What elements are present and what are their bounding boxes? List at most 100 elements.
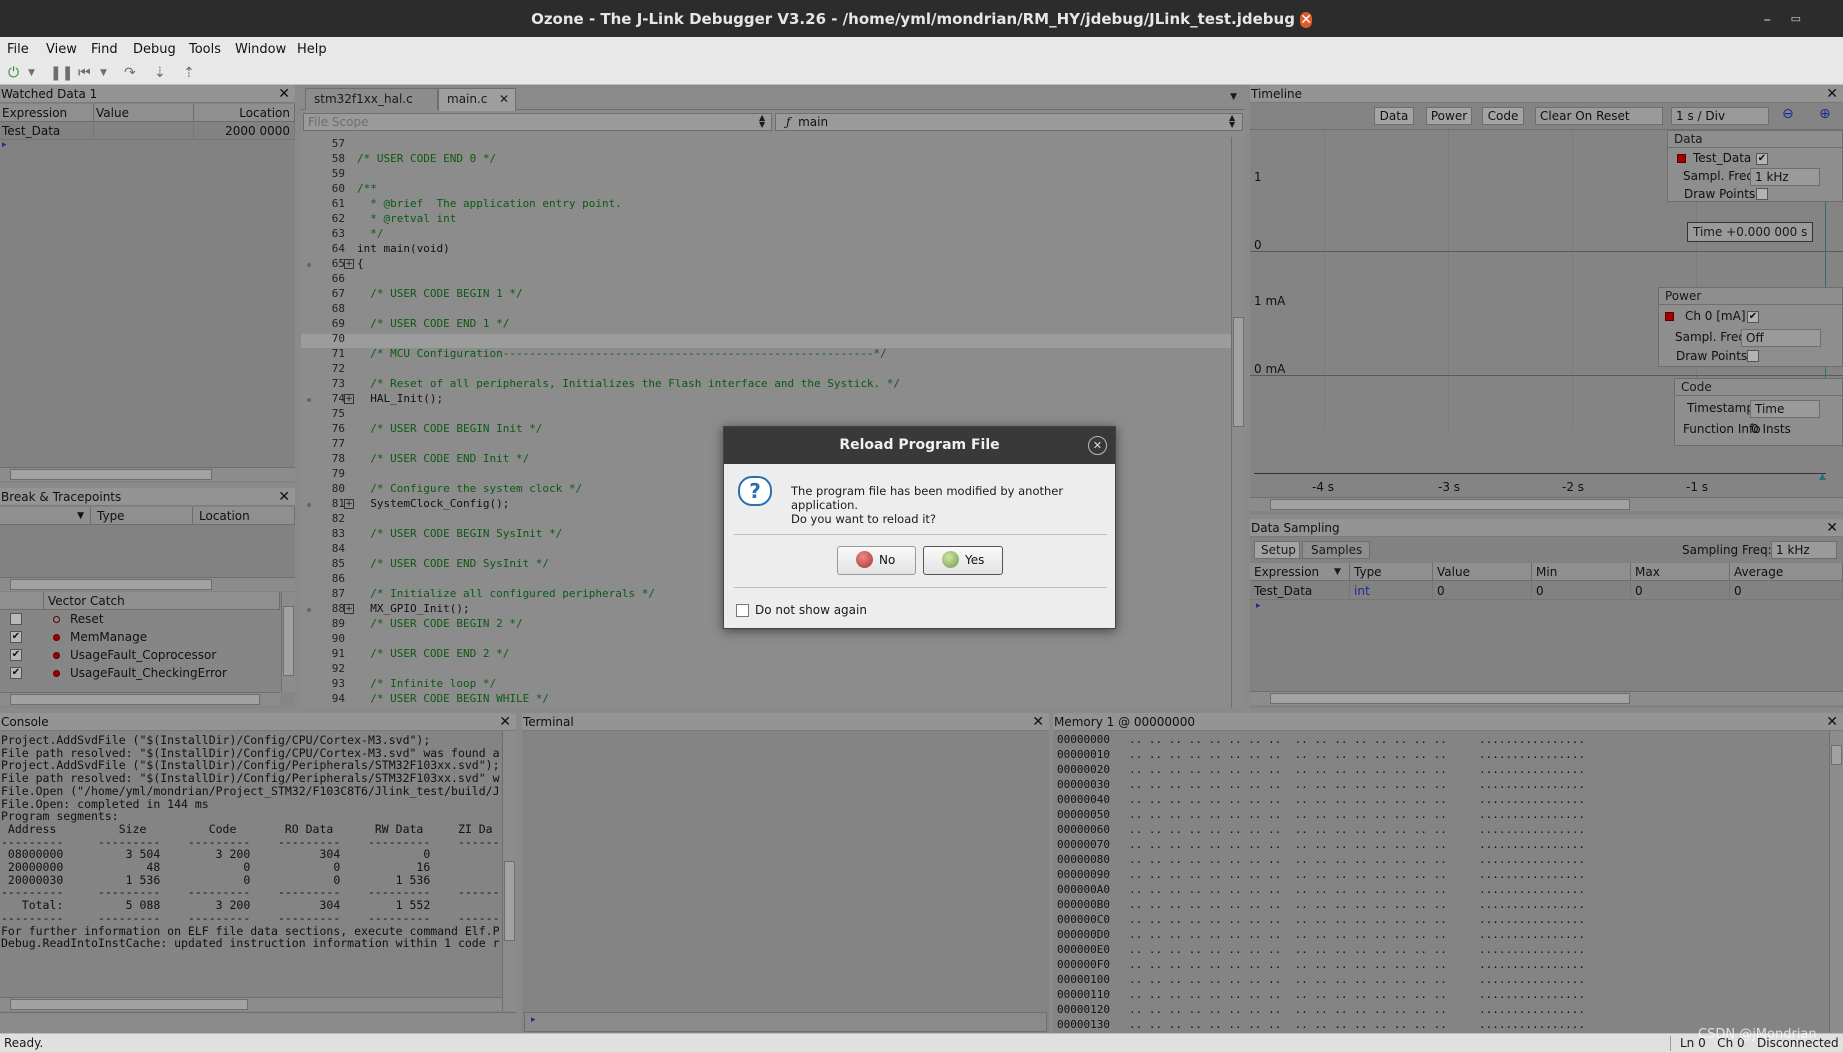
- chevron-down-icon[interactable]: ▼: [1230, 92, 1237, 102]
- memory-row[interactable]: 00000010 .. .. .. .. .. .. .. .. .. .. ..…: [1053, 748, 1829, 763]
- code-line[interactable]: 67 /* USER CODE BEGIN 1 */: [301, 287, 1231, 302]
- reset-icon[interactable]: ⏮: [78, 65, 91, 81]
- vector-catch-item[interactable]: Reset: [0, 610, 280, 628]
- vector-catch-item[interactable]: ✔ UsageFault_CheckingError: [0, 664, 280, 682]
- vertical-scrollbar[interactable]: [502, 731, 516, 1011]
- vector-catch-checkbox[interactable]: [10, 613, 22, 625]
- code-line[interactable]: 69 /* USER CODE END 1 */: [301, 317, 1231, 332]
- step-over-icon[interactable]: ↷: [124, 65, 136, 81]
- timestamps-select[interactable]: Time: [1750, 400, 1820, 418]
- column-header[interactable]: Expression: [0, 104, 94, 122]
- code-line[interactable]: 74 + HAL_Init();: [301, 392, 1231, 407]
- breakpoint-marker-icon[interactable]: [307, 263, 311, 267]
- code-line[interactable]: 63 */: [301, 227, 1231, 242]
- code-line[interactable]: 65 +{: [301, 257, 1231, 272]
- horizontal-scrollbar[interactable]: [0, 577, 295, 591]
- zoom-out-icon[interactable]: ⊖: [1782, 106, 1794, 122]
- chevron-down-icon[interactable]: ▼: [100, 68, 107, 78]
- code-line[interactable]: 91 /* USER CODE END 2 */: [301, 647, 1231, 662]
- column-header[interactable]: ▼: [0, 507, 91, 525]
- breakpoint-marker-icon[interactable]: [307, 503, 311, 507]
- memory-row[interactable]: 000000F0 .. .. .. .. .. .. .. .. .. .. ..…: [1053, 958, 1829, 973]
- close-icon[interactable]: ✕: [499, 92, 509, 106]
- div-select[interactable]: 1 s / Div: [1671, 107, 1769, 125]
- code-line[interactable]: 61 * @brief The application entry point.: [301, 197, 1231, 212]
- code-line[interactable]: 72: [301, 362, 1231, 377]
- fold-toggle-icon[interactable]: +: [344, 259, 354, 269]
- vertical-scrollbar[interactable]: [1829, 731, 1843, 1033]
- timeline-power-button[interactable]: Power: [1426, 107, 1472, 125]
- tab-samples[interactable]: Samples: [1302, 541, 1370, 559]
- memory-row[interactable]: 00000020 .. .. .. .. .. .. .. .. .. .. ..…: [1053, 763, 1829, 778]
- code-line[interactable]: 64 int main(void): [301, 242, 1231, 257]
- cursor-marker-icon[interactable]: ▲: [1819, 472, 1826, 482]
- memory-row[interactable]: 00000110 .. .. .. .. .. .. .. .. .. .. ..…: [1053, 988, 1829, 1003]
- close-icon[interactable]: ✕: [499, 713, 511, 731]
- column-header[interactable]: Type: [1350, 563, 1433, 581]
- memory-row[interactable]: 000000B0 .. .. .. .. .. .. .. .. .. .. ..…: [1053, 898, 1829, 913]
- memory-row[interactable]: 00000050 .. .. .. .. .. .. .. .. .. .. ..…: [1053, 808, 1829, 823]
- memory-row[interactable]: 000000A0 .. .. .. .. .. .. .. .. .. .. ..…: [1053, 883, 1829, 898]
- tab-stm32f1xx-hal[interactable]: stm32f1xx_hal.c: [305, 88, 438, 110]
- close-icon[interactable]: ✕: [1826, 519, 1838, 537]
- memory-row[interactable]: 000000E0 .. .. .. .. .. .. .. .. .. .. ..…: [1053, 943, 1829, 958]
- console-input[interactable]: [0, 1012, 516, 1033]
- minimize-button[interactable]: –: [1764, 0, 1772, 37]
- code-line[interactable]: 68: [301, 302, 1231, 317]
- memory-row[interactable]: 00000070 .. .. .. .. .. .. .. .. .. .. ..…: [1053, 838, 1829, 853]
- step-out-icon[interactable]: ⇡: [183, 65, 195, 81]
- menu-help[interactable]: Help: [297, 42, 327, 57]
- code-line[interactable]: 94 /* USER CODE BEGIN WHILE */: [301, 692, 1231, 707]
- chevron-down-icon[interactable]: ▼: [28, 68, 35, 78]
- column-header[interactable]: Min: [1532, 563, 1631, 581]
- vector-catch-checkbox[interactable]: ✔: [10, 667, 22, 679]
- reset-mode-select[interactable]: Clear On Reset: [1535, 107, 1663, 125]
- yes-button[interactable]: Yes: [923, 546, 1003, 575]
- tab-setup[interactable]: Setup: [1254, 541, 1300, 559]
- horizontal-scrollbar[interactable]: [1250, 497, 1843, 511]
- fold-toggle-icon[interactable]: +: [344, 394, 354, 404]
- add-row-icon[interactable]: ▸: [1256, 601, 1261, 611]
- code-line[interactable]: 90: [301, 632, 1231, 647]
- memory-row[interactable]: 000000C0 .. .. .. .. .. .. .. .. .. .. ..…: [1053, 913, 1829, 928]
- code-line[interactable]: 71 /* MCU Configuration-----------------…: [301, 347, 1231, 362]
- memory-row[interactable]: 00000000 .. .. .. .. .. .. .. .. .. .. ..…: [1053, 733, 1829, 748]
- tab-main-c[interactable]: main.c ✕: [438, 88, 516, 111]
- code-line[interactable]: 92: [301, 662, 1231, 677]
- code-line[interactable]: 58 /* USER CODE END 0 */: [301, 152, 1231, 167]
- maximize-button[interactable]: ▭: [1791, 0, 1801, 37]
- sampling-freq-select[interactable]: 1 kHz: [1771, 541, 1837, 559]
- no-button[interactable]: No: [837, 546, 916, 575]
- code-line[interactable]: 93 /* Infinite loop */: [301, 677, 1231, 692]
- column-header[interactable]: Type: [91, 507, 193, 525]
- signal-color-swatch[interactable]: [1665, 312, 1674, 321]
- fold-toggle-icon[interactable]: +: [344, 499, 354, 509]
- column-header[interactable]: Value: [1433, 563, 1532, 581]
- dialog-close-button[interactable]: ✕: [1088, 436, 1107, 455]
- memory-row[interactable]: 00000090 .. .. .. .. .. .. .. .. .. .. ..…: [1053, 868, 1829, 883]
- zoom-in-icon[interactable]: ⊕: [1819, 106, 1831, 122]
- code-line[interactable]: 60 /**: [301, 182, 1231, 197]
- memory-row[interactable]: 00000120 .. .. .. .. .. .. .. .. .. .. ..…: [1053, 1003, 1829, 1018]
- table-row[interactable]: Test_Data 2000 0000: [0, 122, 295, 140]
- function-select[interactable]: ƒ main: [775, 113, 1243, 131]
- vector-catch-checkbox[interactable]: ✔: [10, 631, 22, 643]
- code-line[interactable]: 62 * @retval int: [301, 212, 1231, 227]
- memory-row[interactable]: 00000100 .. .. .. .. .. .. .. .. .. .. ..…: [1053, 973, 1829, 988]
- column-header[interactable]: Location: [193, 507, 295, 525]
- vector-catch-checkbox[interactable]: ✔: [10, 649, 22, 661]
- column-header[interactable]: Average: [1730, 563, 1843, 581]
- sampl-freq-select[interactable]: Off: [1741, 329, 1821, 347]
- vector-catch-item[interactable]: ✔ MemManage: [0, 628, 280, 646]
- code-line[interactable]: 73 /* Reset of all peripherals, Initiali…: [301, 377, 1231, 392]
- do-not-show-checkbox[interactable]: [736, 604, 749, 617]
- menu-window[interactable]: Window: [235, 42, 286, 57]
- terminal-input[interactable]: ▸: [524, 1012, 1047, 1032]
- table-row[interactable]: Test_Data int 0 0 0 0: [1250, 582, 1843, 600]
- close-icon[interactable]: ✕: [1826, 85, 1838, 103]
- close-icon[interactable]: ✕: [1826, 713, 1838, 731]
- memory-row[interactable]: 00000060 .. .. .. .. .. .. .. .. .. .. ..…: [1053, 823, 1829, 838]
- menu-find[interactable]: Find: [91, 42, 118, 57]
- code-line[interactable]: 59: [301, 167, 1231, 182]
- file-scope-select[interactable]: File Scope: [303, 113, 772, 131]
